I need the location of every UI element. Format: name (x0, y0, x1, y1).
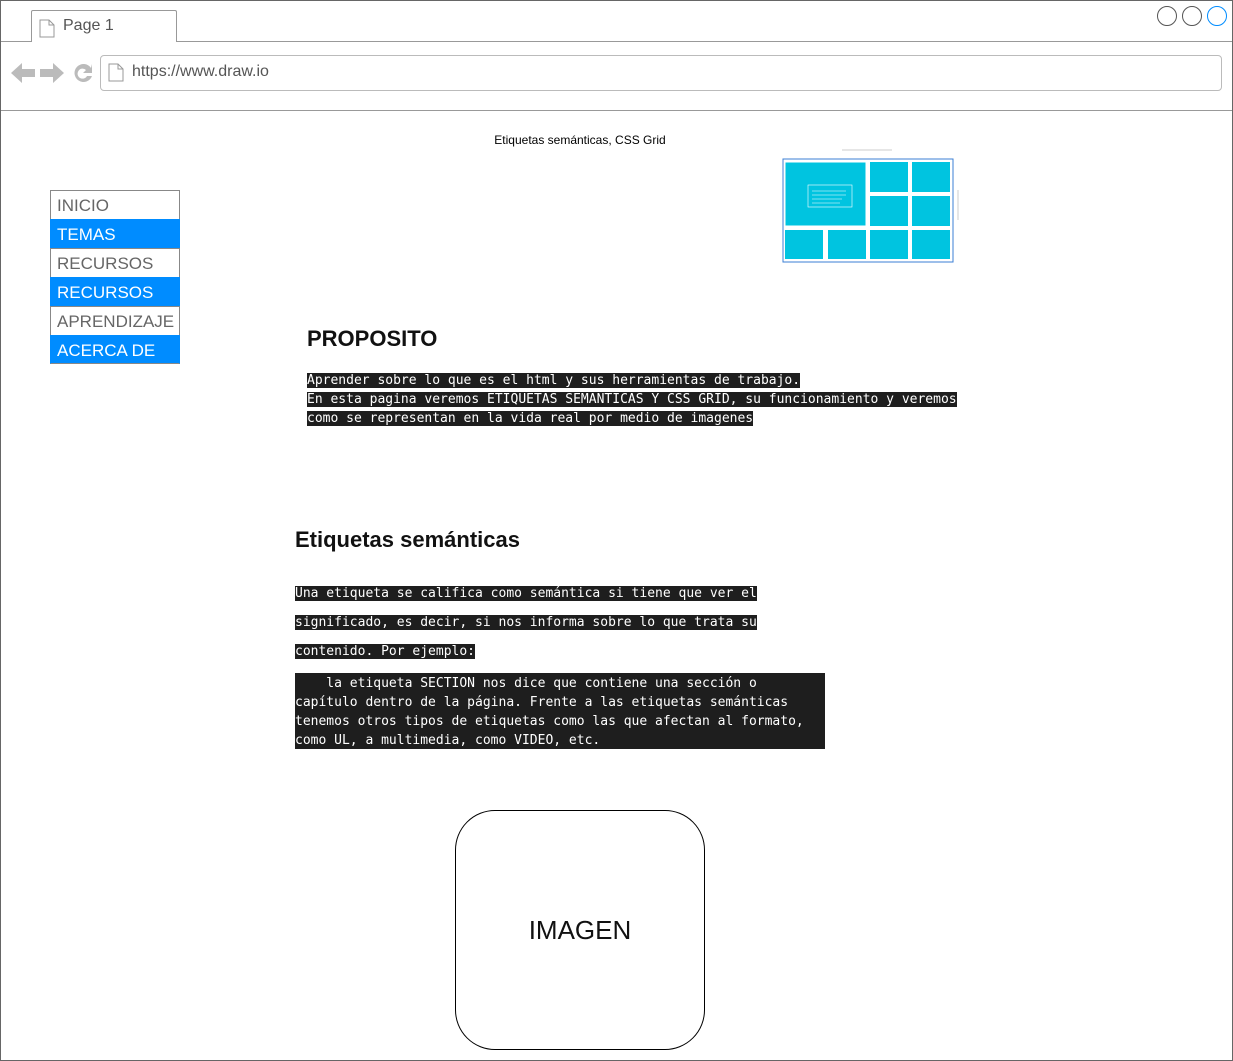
menu-item-recursos[interactable]: RECURSOS (50, 248, 180, 277)
semanticas-line: Una etiqueta se califica como semántica … (295, 586, 757, 601)
tab-bar: Page 1 (1, 1, 1232, 42)
document-icon (39, 19, 55, 38)
proposito-text: Aprender sobre lo que es el html y sus h… (307, 371, 957, 428)
maximize-button[interactable] (1182, 6, 1202, 26)
back-arrow-icon[interactable] (11, 62, 35, 84)
menu-item-recursos-2[interactable]: RECURSOS (50, 277, 180, 306)
address-bar: https://www.draw.io (1, 42, 1232, 111)
image-placeholder-label: IMAGEN (528, 914, 632, 945)
semanticas-example-box: la etiqueta SECTION nos dice que contien… (295, 673, 825, 749)
url-field[interactable]: https://www.draw.io (100, 55, 1222, 91)
section-heading-semanticas: Etiquetas semánticas (295, 527, 520, 552)
side-menu: INICIO TEMAS RECURSOS RECURSOS APRENDIZA… (50, 190, 180, 364)
semanticas-line: contenido. Por ejemplo: (295, 644, 476, 659)
forward-arrow-icon[interactable] (40, 62, 64, 84)
page-title: Etiquetas semánticas, CSS Grid (494, 133, 666, 147)
menu-item-acerca-de[interactable]: ACERCA DE (50, 335, 180, 364)
example-line: tenemos otros tipos de etiquetas como la… (295, 714, 804, 729)
minimize-button[interactable] (1157, 6, 1177, 26)
proposito-line: como se representan en la vida real por … (307, 411, 754, 426)
url-text: https://www.draw.io (132, 63, 269, 80)
proposito-line: Aprender sobre lo que es el html y sus h… (307, 373, 801, 388)
menu-item-aprendizaje[interactable]: APRENDIZAJE (50, 306, 180, 335)
example-line: la etiqueta SECTION nos dice que contien… (295, 676, 757, 691)
tab-label: Page 1 (63, 17, 114, 34)
reload-icon[interactable] (71, 62, 95, 84)
page-icon (108, 63, 124, 82)
proposito-line: En esta pagina veremos ETIQUETAS SEMANTI… (307, 392, 957, 407)
close-button[interactable] (1207, 6, 1227, 26)
css-grid-diagram-icon (782, 149, 959, 263)
menu-item-inicio[interactable]: INICIO (50, 190, 180, 219)
semanticas-text: Una etiqueta se califica como semántica … (295, 579, 757, 666)
semanticas-line: significado, es decir, si nos informa so… (295, 615, 757, 630)
section-heading-proposito: PROPOSITO (307, 326, 438, 351)
image-placeholder: IMAGEN (455, 810, 705, 1050)
menu-item-temas[interactable]: TEMAS (50, 219, 180, 248)
example-line: capítulo dentro de la página. Frente a l… (295, 695, 789, 710)
example-line: como UL, a multimedia, como VIDEO, etc. (295, 733, 601, 748)
tab-page-1[interactable]: Page 1 (31, 10, 177, 42)
